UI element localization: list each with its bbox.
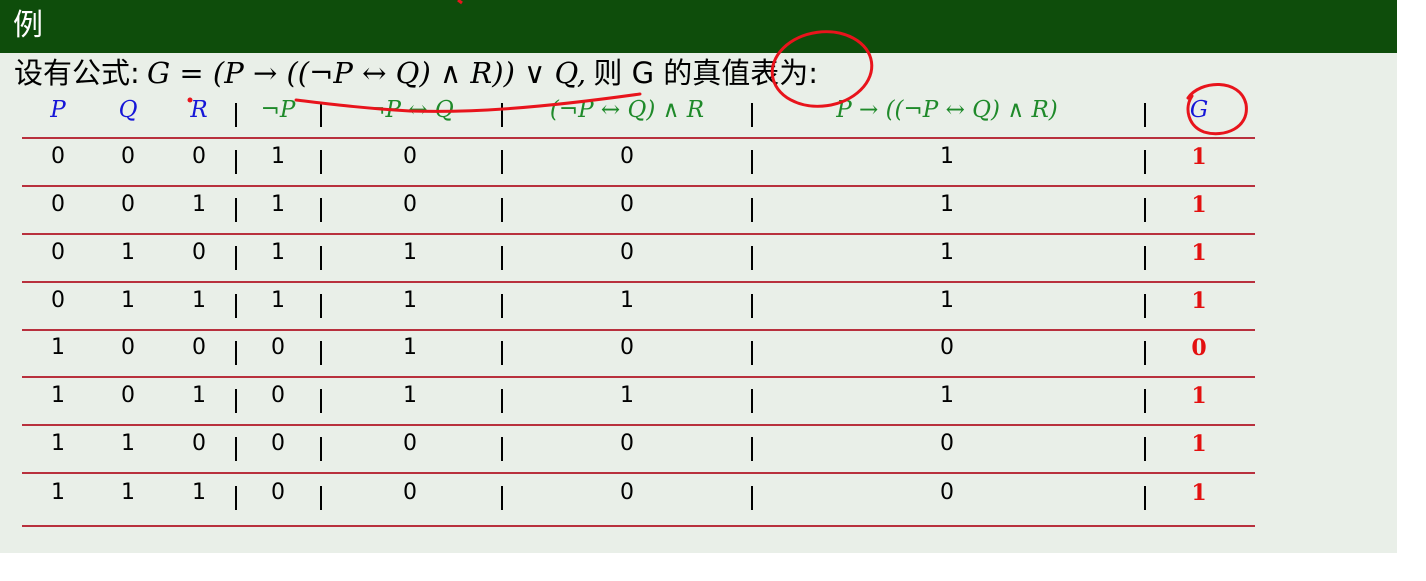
page: 例 设有公式: G = (P → ((¬P ↔ Q) ∧ R)) ∨ Q, 则 …: [0, 0, 1426, 581]
formula-underline-mark: [294, 92, 642, 113]
ink-dot-top: [457, 0, 463, 5]
circle-truth-table-mark: [770, 30, 874, 108]
ink-dot: [187, 97, 193, 103]
handwritten-annotations: [187, 0, 1248, 136]
circle-g-mark: [1186, 83, 1248, 136]
